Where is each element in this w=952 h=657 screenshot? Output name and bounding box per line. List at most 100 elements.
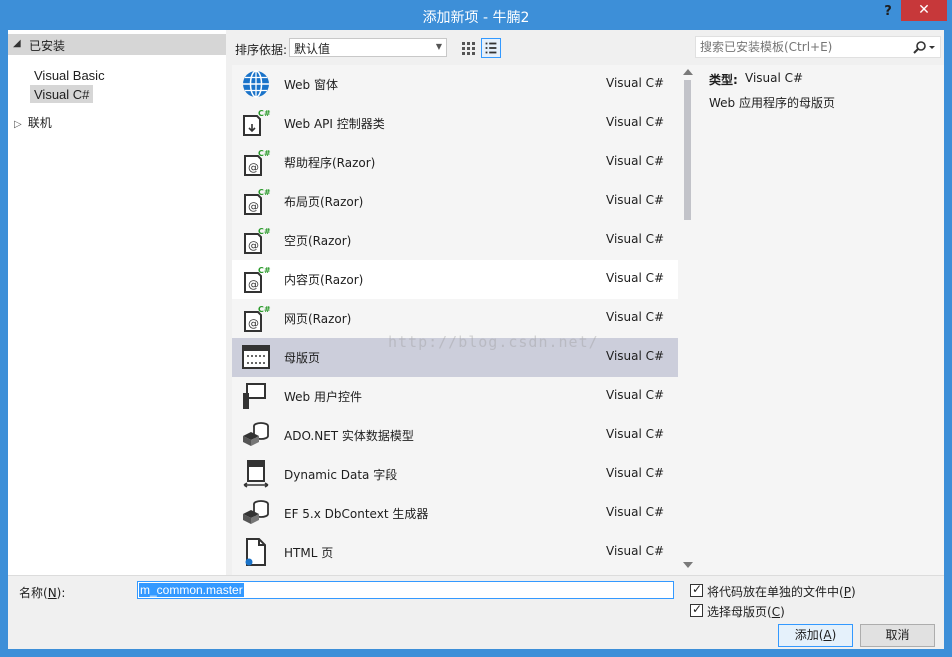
template-item[interactable]: C# @ 内容页(Razor) Visual C# bbox=[232, 260, 678, 299]
template-details: 类型: Visual C# Web 应用程序的母版页 bbox=[695, 65, 944, 575]
template-name: Dynamic Data 字段 bbox=[284, 468, 398, 482]
type-label: 类型: bbox=[709, 73, 738, 87]
scroll-up-arrow-icon[interactable] bbox=[683, 69, 693, 75]
razor-page-icon: C# @ bbox=[241, 147, 271, 177]
template-language: Visual C# bbox=[606, 544, 665, 558]
template-language: Visual C# bbox=[606, 466, 665, 480]
svg-text:@: @ bbox=[248, 317, 259, 330]
list-view-icon[interactable] bbox=[481, 38, 501, 58]
template-name: 内容页(Razor) bbox=[284, 273, 364, 287]
template-name: EF 5.x DbContext 生成器 bbox=[284, 507, 429, 521]
template-language: Visual C# bbox=[606, 232, 665, 246]
window-title: 添加新项 - 牛腩2 bbox=[422, 10, 530, 26]
entity-model-icon bbox=[241, 420, 271, 450]
type-value: Visual C# bbox=[745, 71, 804, 85]
svg-text:C#: C# bbox=[258, 109, 271, 118]
template-item[interactable]: Web 窗体 Visual C# bbox=[232, 65, 678, 104]
tree-node-online[interactable]: ▷ 联机 bbox=[14, 114, 52, 131]
svg-text:C#: C# bbox=[258, 266, 271, 275]
svg-text:C#: C# bbox=[258, 305, 271, 314]
template-category-tree: ◢ 已安装 Visual Basic Visual C# ▷ 联机 bbox=[8, 30, 226, 575]
add-new-item-dialog: 添加新项 - 牛腩2 ? ✕ ◢ 已安装 Visual Basic Visual… bbox=[0, 0, 952, 657]
dropdown-arrow-icon: ▼ bbox=[435, 42, 442, 51]
sort-label: 排序依据: bbox=[235, 43, 288, 57]
tree-item-visual-basic[interactable]: Visual Basic bbox=[30, 66, 109, 84]
svg-text:@: @ bbox=[248, 200, 259, 213]
template-language: Visual C# bbox=[606, 115, 665, 129]
name-label: 名称(N): bbox=[19, 586, 66, 600]
collapsed-triangle-icon[interactable]: ▷ bbox=[14, 119, 22, 130]
template-name: 布局页(Razor) bbox=[284, 195, 364, 209]
grid-view-icon[interactable] bbox=[459, 39, 477, 57]
template-item[interactable]: C# @ 布局页(Razor) Visual C# bbox=[232, 182, 678, 221]
template-description: Web 应用程序的母版页 bbox=[709, 96, 835, 110]
scroll-thumb[interactable] bbox=[684, 80, 691, 220]
cancel-button[interactable]: 取消 bbox=[860, 624, 935, 647]
template-name: 空页(Razor) bbox=[284, 234, 352, 248]
dialog-body: ◢ 已安装 Visual Basic Visual C# ▷ 联机 排序依据: 默… bbox=[8, 30, 944, 649]
watermark-text: http://blog.csdn.net/ bbox=[388, 333, 599, 351]
template-name: 帮助程序(Razor) bbox=[284, 156, 376, 170]
separate-code-file-label[interactable]: 将代码放在单独的文件中(P) bbox=[707, 583, 856, 600]
template-item[interactable]: ADO.NET 实体数据模型 Visual C# bbox=[232, 416, 678, 455]
name-input[interactable]: m_common.master bbox=[137, 581, 674, 599]
template-item[interactable]: EF 5.x DbContext 生成器 Visual C# bbox=[232, 494, 678, 533]
svg-text:@: @ bbox=[248, 161, 259, 174]
html-page-icon bbox=[241, 537, 271, 567]
webapi-controller-icon: C# bbox=[241, 108, 271, 138]
name-input-selected-text[interactable]: m_common.master bbox=[139, 583, 244, 597]
template-language: Visual C# bbox=[606, 154, 665, 168]
help-button[interactable]: ? bbox=[878, 2, 898, 22]
scroll-down-arrow-icon[interactable] bbox=[683, 562, 693, 568]
dynamic-data-icon bbox=[241, 459, 271, 489]
template-language: Visual C# bbox=[606, 505, 665, 519]
template-item[interactable]: Web 用户控件 Visual C# bbox=[232, 377, 678, 416]
globe-icon bbox=[241, 69, 271, 99]
template-name: Web 窗体 bbox=[284, 78, 338, 92]
select-master-page-label[interactable]: 选择母版页(C) bbox=[707, 603, 785, 620]
template-item[interactable]: C# @ 帮助程序(Razor) Visual C# bbox=[232, 143, 678, 182]
close-button[interactable]: ✕ bbox=[901, 0, 947, 21]
add-button[interactable]: 添加(A) bbox=[778, 624, 853, 647]
template-item[interactable]: Dynamic Data 字段 Visual C# bbox=[232, 455, 678, 494]
razor-page-icon: C# @ bbox=[241, 225, 271, 255]
search-box[interactable] bbox=[695, 36, 941, 58]
tree-node-online-label: 联机 bbox=[27, 116, 52, 130]
template-language: Visual C# bbox=[606, 427, 665, 441]
template-list-scrollbar[interactable] bbox=[680, 65, 695, 575]
razor-page-icon: C# @ bbox=[241, 264, 271, 294]
separate-code-file-checkbox[interactable] bbox=[690, 582, 703, 597]
template-name: ADO.NET 实体数据模型 bbox=[284, 429, 414, 443]
template-language: Visual C# bbox=[606, 271, 665, 285]
master-page-icon bbox=[241, 342, 271, 372]
template-name: Web 用户控件 bbox=[284, 390, 362, 404]
tree-node-installed-label: 已安装 bbox=[29, 39, 66, 53]
template-language: Visual C# bbox=[606, 349, 665, 363]
svg-text:C#: C# bbox=[258, 188, 271, 197]
tree-node-installed[interactable]: ◢ 已安装 bbox=[8, 34, 226, 55]
dbcontext-generator-icon bbox=[241, 498, 271, 528]
search-icon[interactable] bbox=[912, 40, 936, 56]
template-name: HTML 页 bbox=[284, 546, 334, 560]
user-control-icon bbox=[241, 381, 271, 411]
list-toolbar: 排序依据: 默认值 ▼ bbox=[232, 34, 682, 60]
svg-text:C#: C# bbox=[258, 149, 271, 158]
svg-text:@: @ bbox=[248, 278, 259, 291]
title-bar: 添加新项 - 牛腩2 ? ✕ bbox=[0, 0, 952, 30]
template-list: Web 窗体 Visual C# C# Web API 控制器类 Visual C# C#… bbox=[232, 65, 695, 575]
bottom-panel: 名称(N): m_common.master 将代码放在单独的文件中(P) 选择… bbox=[8, 575, 944, 649]
tree-item-visual-csharp[interactable]: Visual C# bbox=[30, 85, 94, 103]
template-language: Visual C# bbox=[606, 310, 665, 324]
sort-select-value: 默认值 bbox=[294, 42, 331, 56]
template-item[interactable]: C# Web API 控制器类 Visual C# bbox=[232, 104, 678, 143]
template-item[interactable]: HTML 页 Visual C# bbox=[232, 533, 678, 572]
template-name: 网页(Razor) bbox=[284, 312, 352, 326]
search-input[interactable] bbox=[700, 39, 900, 55]
expanded-triangle-icon[interactable]: ◢ bbox=[13, 38, 21, 49]
template-name: Web API 控制器类 bbox=[284, 117, 385, 131]
sort-select[interactable]: 默认值 ▼ bbox=[289, 38, 447, 57]
svg-text:C#: C# bbox=[258, 227, 271, 236]
select-master-page-checkbox[interactable] bbox=[690, 602, 703, 617]
svg-text:@: @ bbox=[248, 239, 259, 252]
template-item[interactable]: C# @ 空页(Razor) Visual C# bbox=[232, 221, 678, 260]
